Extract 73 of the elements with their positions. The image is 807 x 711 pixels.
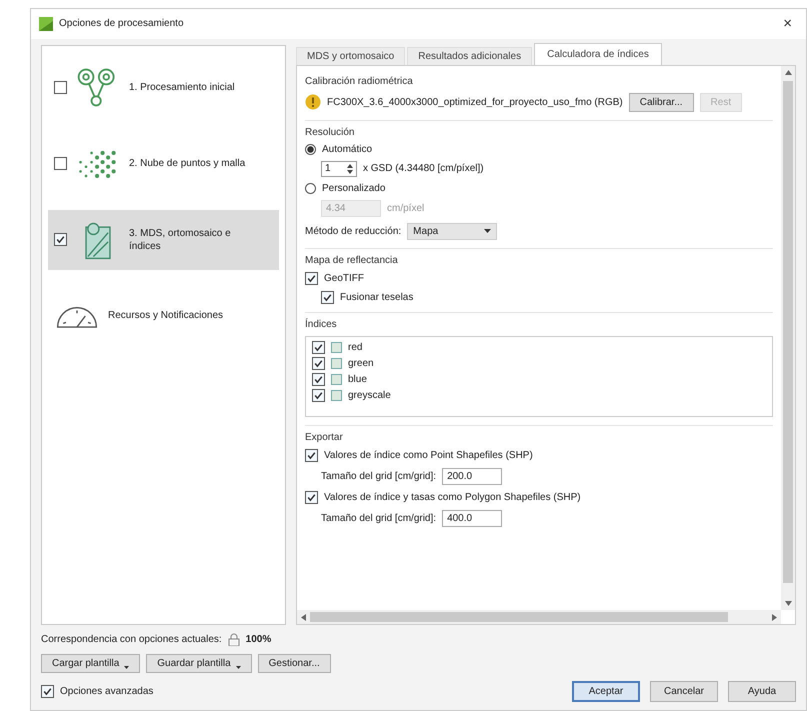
checkbox[interactable] xyxy=(54,233,67,246)
close-icon[interactable]: × xyxy=(777,15,798,32)
checkbox[interactable] xyxy=(41,685,54,698)
index-name[interactable]: blue xyxy=(348,374,367,385)
checkbox-label: Valores de índice y tasas como Polygon Shapefiles (SHP) xyxy=(324,492,581,503)
checkbox-label: Valores de índice como Point Shapefiles (SHP) xyxy=(324,450,533,461)
checkbox[interactable] xyxy=(54,157,67,170)
step-item[interactable]: Recursos y Notificaciones xyxy=(48,286,279,346)
group-title: Calibración radiométrica xyxy=(305,76,414,87)
template-button[interactable]: Cargar plantilla xyxy=(41,654,140,673)
checkbox[interactable] xyxy=(312,388,325,402)
scroll-left-icon[interactable] xyxy=(300,614,307,620)
window-title: Opciones de procesamiento xyxy=(59,18,184,30)
template-button[interactable]: Gestionar... xyxy=(258,654,331,673)
scroll-up-icon[interactable] xyxy=(784,68,792,76)
checkbox[interactable] xyxy=(312,372,325,386)
step-item[interactable]: 3. MDS, ortomosaico e índices xyxy=(48,210,279,270)
grid-label: Tamaño del grid [cm/grid]: xyxy=(321,470,436,482)
scroll-down-icon[interactable] xyxy=(784,600,792,607)
spin-arrows-icon[interactable] xyxy=(347,164,353,174)
radio-button[interactable] xyxy=(305,182,316,194)
grid-field[interactable]: 400.0 xyxy=(442,510,502,527)
spin-field[interactable]: 1 xyxy=(321,160,357,177)
step-item[interactable]: 1. Procesamiento inicial xyxy=(48,58,279,118)
checkbox[interactable] xyxy=(321,290,334,304)
checkbox[interactable] xyxy=(305,272,318,285)
calibrate-button[interactable]: Calibrar... xyxy=(628,92,694,112)
dialog-button[interactable]: Ayuda xyxy=(728,681,796,702)
caret-icon xyxy=(484,229,492,234)
horizontal-scrollbar[interactable] xyxy=(297,610,781,624)
dialog-button[interactable]: Cancelar xyxy=(650,681,718,702)
camera-name: FC300X_3.6_4000x3000_optimized_for_proyecto_uso_fmo (RGB) xyxy=(327,96,623,108)
checkbox[interactable] xyxy=(305,490,318,504)
tab[interactable]: MDS y ortomosaico xyxy=(296,46,406,65)
index-icon xyxy=(331,358,342,369)
match-value: 100% xyxy=(246,634,272,645)
gsd-label: x GSD (4.34480 [cm/píxel]) xyxy=(363,163,484,174)
index-icon xyxy=(331,342,342,353)
dialog-button[interactable]: Aceptar xyxy=(572,681,640,702)
checkbox[interactable] xyxy=(305,448,318,462)
warning-icon xyxy=(305,94,321,110)
template-button[interactable]: Guardar plantilla xyxy=(146,654,252,673)
radio-button[interactable] xyxy=(305,144,316,155)
checkbox-label: Opciones avanzadas xyxy=(60,686,154,697)
match-label: Correspondencia con opciones actuales: xyxy=(41,634,222,645)
tab[interactable]: Calculadora de índices xyxy=(534,42,662,65)
app-icon xyxy=(39,16,53,31)
step-item[interactable]: 2. Nube de puntos y malla xyxy=(48,134,279,194)
tab[interactable]: Resultados adicionales xyxy=(407,46,532,65)
checkbox[interactable] xyxy=(312,356,325,370)
index-name[interactable]: greyscale xyxy=(348,390,391,401)
vertical-scrollbar[interactable] xyxy=(781,66,795,610)
grid-label: Tamaño del grid [cm/grid]: xyxy=(321,512,436,524)
grid-field[interactable]: 200.0 xyxy=(442,468,502,485)
method-dropdown[interactable]: Mapa xyxy=(407,222,498,240)
radio-label: Automático xyxy=(322,144,372,155)
method-label: Método de reducción: xyxy=(305,226,402,237)
group-title: Índices xyxy=(305,318,338,330)
unit-label: cm/píxel xyxy=(387,202,424,214)
group-title: Resolución xyxy=(305,126,356,138)
scroll-right-icon[interactable] xyxy=(771,614,778,620)
checkbox[interactable] xyxy=(54,81,67,94)
index-icon xyxy=(331,374,342,385)
index-name[interactable]: green xyxy=(348,358,374,369)
checkbox[interactable] xyxy=(312,340,325,354)
index-icon xyxy=(331,390,342,401)
index-name[interactable]: red xyxy=(348,342,362,353)
checkbox-label: GeoTIFF xyxy=(324,272,364,284)
radio-label: Personalizado xyxy=(322,182,386,194)
group-title: Exportar xyxy=(305,432,344,443)
checkbox-label: Fusionar teselas xyxy=(340,292,414,303)
lock-icon xyxy=(228,633,240,646)
group-title: Mapa de reflectancia xyxy=(305,254,399,266)
